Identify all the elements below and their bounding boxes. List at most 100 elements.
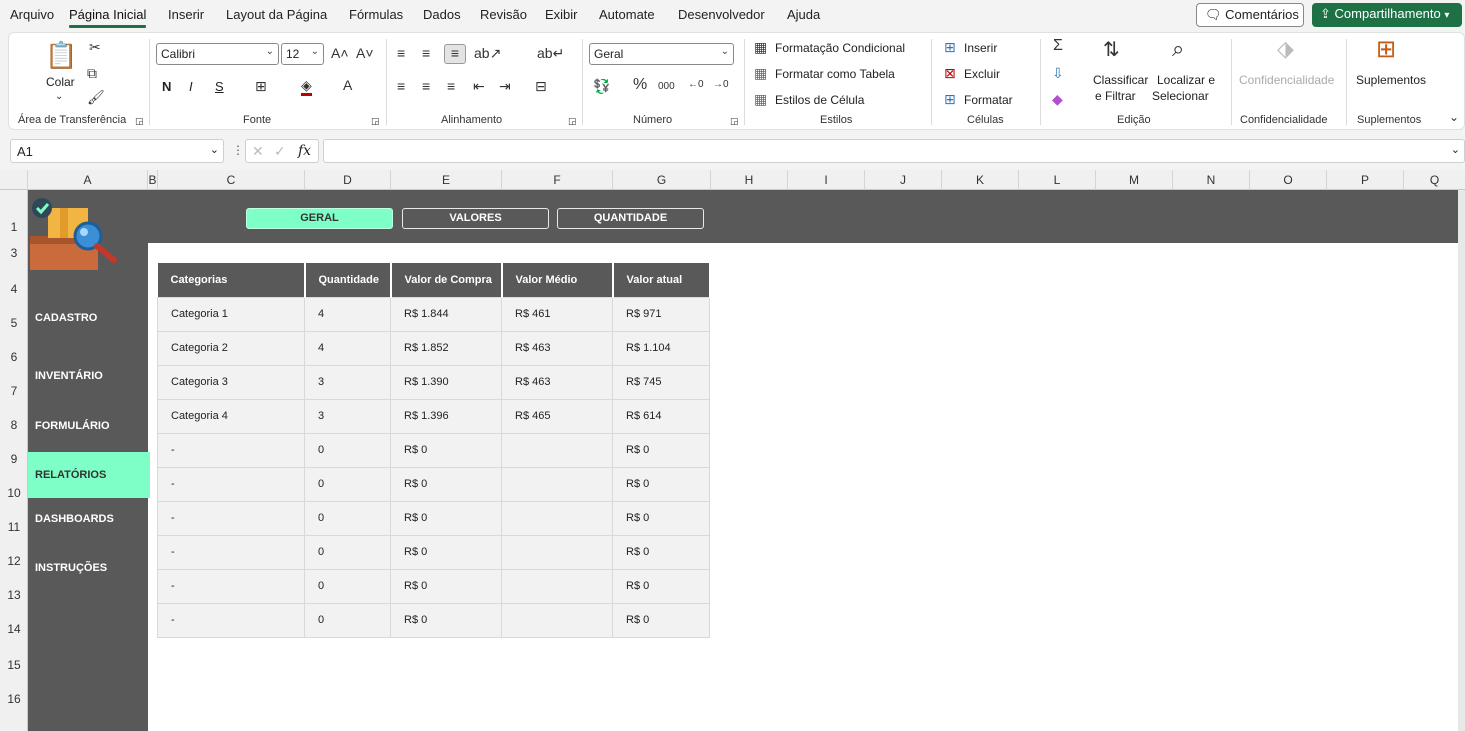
col-header-b[interactable]: B: [148, 170, 158, 190]
decrease-font-icon[interactable]: A˅: [356, 45, 374, 61]
font-size-select[interactable]: 12 ⌄: [281, 43, 324, 65]
select-all-corner[interactable]: [0, 170, 28, 190]
table-cell[interactable]: R$ 1.852: [390, 330, 502, 366]
format-as-table-button[interactable]: Formatar como Tabela: [775, 67, 895, 81]
align-right-icon[interactable]: ≡: [447, 78, 455, 94]
comments-button[interactable]: 🗨 Comentários: [1196, 3, 1304, 27]
sensitivity-icon[interactable]: ⬗: [1277, 37, 1294, 61]
table-cell[interactable]: R$ 745: [612, 364, 710, 400]
menu-pagina-inicial[interactable]: Página Inicial: [69, 7, 147, 28]
menu-formulas[interactable]: Fórmulas: [349, 7, 403, 22]
align-bottom-icon[interactable]: ≡: [444, 44, 466, 64]
menu-layout[interactable]: Layout da Página: [226, 7, 327, 22]
delete-cells-icon[interactable]: ⊠: [944, 65, 956, 81]
table-cell[interactable]: [501, 534, 613, 570]
table-cell[interactable]: R$ 0: [612, 432, 710, 468]
sort-filter-icon[interactable]: ⇅: [1103, 39, 1120, 61]
delete-cells-button[interactable]: Excluir: [964, 67, 1000, 81]
align-top-icon[interactable]: ≡: [397, 45, 405, 61]
col-header-i[interactable]: I: [788, 170, 865, 190]
menu-ajuda[interactable]: Ajuda: [787, 7, 820, 22]
bold-button[interactable]: N: [162, 79, 171, 94]
col-header-o[interactable]: O: [1250, 170, 1327, 190]
addins-button[interactable]: Suplementos: [1356, 73, 1426, 87]
table-cell[interactable]: 0: [304, 602, 391, 638]
decrease-indent-icon[interactable]: ⇤: [473, 78, 485, 94]
sensitivity-button[interactable]: Confidencialidade: [1239, 73, 1334, 87]
table-cell[interactable]: R$ 0: [390, 466, 502, 502]
table-cell[interactable]: R$ 0: [390, 534, 502, 570]
table-cell[interactable]: R$ 614: [612, 398, 710, 434]
table-cell[interactable]: R$ 1.104: [612, 330, 710, 366]
table-cell[interactable]: 0: [304, 568, 391, 604]
menu-dados[interactable]: Dados: [423, 7, 461, 22]
table-cell[interactable]: -: [157, 534, 305, 570]
find-select-label-2[interactable]: Selecionar: [1152, 89, 1209, 103]
table-cell[interactable]: R$ 1.844: [390, 296, 502, 332]
col-header-k[interactable]: K: [942, 170, 1019, 190]
row-header[interactable]: 12: [0, 554, 28, 568]
share-button[interactable]: ⇪ Compartilhamento ▾: [1312, 3, 1462, 27]
clear-icon[interactable]: ◆: [1052, 91, 1063, 107]
col-header-j[interactable]: J: [865, 170, 942, 190]
col-header-l[interactable]: L: [1019, 170, 1096, 190]
table-cell[interactable]: R$ 0: [390, 432, 502, 468]
spreadsheet-grid[interactable]: A B C D E F G H I J K L M N O P Q 1 3 4 …: [0, 170, 1465, 731]
find-select-label-1[interactable]: Localizar e: [1157, 73, 1215, 87]
table-cell[interactable]: Categoria 3: [157, 364, 305, 400]
menu-revisao[interactable]: Revisão: [480, 7, 527, 22]
italic-button[interactable]: I: [189, 79, 193, 94]
table-cell[interactable]: [501, 602, 613, 638]
table-cell[interactable]: -: [157, 432, 305, 468]
table-header-cell[interactable]: Valor atual: [612, 263, 711, 297]
nav-item-relatorios[interactable]: RELATÓRIOS: [28, 452, 150, 498]
table-cell[interactable]: R$ 1.390: [390, 364, 502, 400]
fill-icon[interactable]: ⇩: [1052, 65, 1064, 81]
dialog-launcher-icon[interactable]: ◲: [135, 113, 144, 129]
col-header-q[interactable]: Q: [1404, 170, 1465, 190]
orientation-icon[interactable]: ab↗: [474, 45, 501, 61]
table-cell[interactable]: 4: [304, 296, 391, 332]
col-header-p[interactable]: P: [1327, 170, 1404, 190]
col-header-f[interactable]: F: [502, 170, 613, 190]
row-header[interactable]: 3: [0, 246, 28, 260]
wrap-text-icon[interactable]: ab↵: [537, 45, 564, 61]
tab-valores[interactable]: VALORES: [402, 208, 549, 229]
table-cell[interactable]: R$ 0: [612, 500, 710, 536]
table-cell[interactable]: -: [157, 466, 305, 502]
table-header-cell[interactable]: Valor Médio: [501, 263, 614, 297]
sort-filter-label-2[interactable]: e Filtrar: [1095, 89, 1136, 103]
format-cells-button[interactable]: Formatar: [964, 93, 1013, 107]
search-icon[interactable]: ⌕: [1172, 37, 1184, 61]
table-cell[interactable]: R$ 0: [612, 534, 710, 570]
conditional-format-icon[interactable]: ▦: [754, 39, 767, 55]
format-cells-icon[interactable]: ⊞: [944, 91, 956, 107]
formula-input[interactable]: ⌄: [323, 139, 1465, 163]
table-cell[interactable]: 3: [304, 364, 391, 400]
dialog-launcher-icon[interactable]: ◲: [568, 113, 577, 129]
tab-geral[interactable]: GERAL: [246, 208, 393, 229]
table-header-cell[interactable]: Quantidade: [304, 263, 392, 297]
col-header-n[interactable]: N: [1173, 170, 1250, 190]
align-left-icon[interactable]: ≡: [397, 78, 405, 94]
table-cell[interactable]: R$ 1.396: [390, 398, 502, 434]
merge-center-icon[interactable]: ⊟: [535, 78, 547, 94]
table-cell[interactable]: R$ 0: [612, 466, 710, 502]
insert-cells-icon[interactable]: ⊞: [944, 39, 956, 55]
more-options-icon[interactable]: ⋮: [232, 143, 244, 157]
cell-styles-icon[interactable]: ▦: [754, 91, 767, 107]
table-cell[interactable]: R$ 0: [612, 568, 710, 604]
dialog-launcher-icon[interactable]: ◲: [730, 113, 739, 129]
align-center-icon[interactable]: ≡: [422, 78, 430, 94]
table-cell[interactable]: [501, 500, 613, 536]
table-cell[interactable]: R$ 465: [501, 398, 613, 434]
table-cell[interactable]: Categoria 2: [157, 330, 305, 366]
increase-decimal-icon[interactable]: ←0: [688, 77, 704, 93]
table-cell[interactable]: 0: [304, 500, 391, 536]
underline-button[interactable]: S: [215, 79, 224, 94]
row-header[interactable]: 1: [0, 220, 28, 234]
col-header-d[interactable]: D: [305, 170, 391, 190]
col-header-c[interactable]: C: [158, 170, 305, 190]
borders-icon[interactable]: ⊞: [255, 78, 267, 94]
increase-indent-icon[interactable]: ⇥: [499, 78, 511, 94]
